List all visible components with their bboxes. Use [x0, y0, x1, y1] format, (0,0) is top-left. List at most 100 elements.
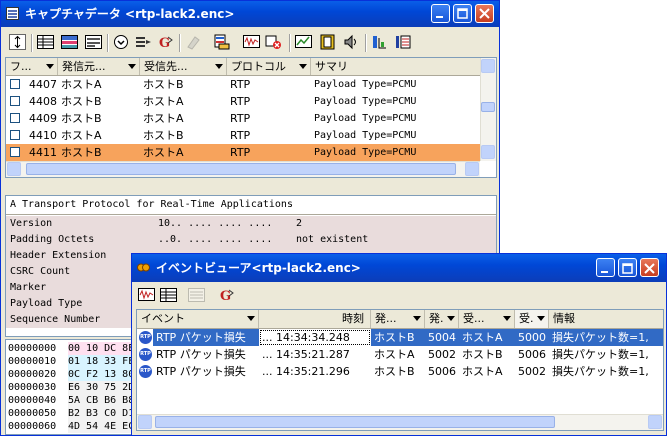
event-src-port: 5002 [428, 348, 456, 361]
hex-offset: 00000050 [8, 408, 57, 419]
close-button[interactable] [475, 4, 494, 23]
packet-row[interactable]: 4408 ホストB ホストA RTP Payload Type=PCMU [6, 93, 482, 110]
detail-view-button[interactable] [85, 34, 102, 50]
event-titlebar[interactable]: イベントビューア<rtp-lack2.enc> [132, 254, 666, 282]
waveform-icon [138, 288, 155, 301]
filter-list-icon [136, 37, 151, 47]
packet-number: 4409 [29, 112, 57, 125]
event-list-hscroll[interactable] [137, 414, 663, 430]
packet-row[interactable]: 4410 ホストA ホストB RTP Payload Type=PCMU [6, 127, 482, 144]
hex-row[interactable]: 00000050 B2 B3 C0 D1 [6, 407, 146, 420]
col-event[interactable]: イベント [137, 310, 259, 328]
col-src-port[interactable]: 発. [425, 310, 459, 328]
packet-list-vscroll[interactable] [480, 58, 496, 161]
scroll-thumb[interactable] [481, 102, 495, 112]
packet-list-header: フ... 発信元... 受信先... プロトコル サマリ [6, 58, 496, 76]
col-dst-port[interactable]: 受. [515, 310, 549, 328]
packet-list-button[interactable] [213, 34, 230, 50]
col-destination[interactable]: 受信先... [140, 58, 227, 75]
scroll-up-button[interactable] [481, 59, 495, 73]
maximize-button[interactable] [453, 4, 472, 23]
event-close-button[interactable] [640, 258, 659, 277]
list-view-button[interactable] [37, 34, 54, 50]
hex-offset: 00000010 [8, 356, 57, 367]
packet-row[interactable]: 4409 ホストB ホストA RTP Payload Type=PCMU [6, 110, 482, 127]
hex-row[interactable]: 00000030 E6 30 75 2D [6, 381, 146, 394]
hex-row[interactable]: 00000020 0C F2 13 80 [6, 368, 146, 381]
packet-source: ホストA [61, 78, 102, 91]
graph-button[interactable] [295, 34, 312, 50]
col-time[interactable]: 時刻 [259, 310, 371, 328]
goto-button[interactable]: G [157, 34, 174, 51]
event-row[interactable]: RTP RTP パケット損失 ... 14:35:21.296 ホストB 5006 ホスト… [137, 363, 663, 380]
event-table-button[interactable] [160, 287, 177, 303]
stats-button[interactable] [371, 34, 388, 50]
detail-field-name: Header Extension [10, 250, 107, 261]
graph-icon [295, 35, 312, 48]
event-minimize-button[interactable] [596, 258, 615, 277]
event-row[interactable]: RTP RTP パケット損失... 14:34:34.248 ホストB 5004 ホスト… [137, 329, 663, 346]
capture-titlebar[interactable]: キャプチャデータ <rtp-lack2.enc> [1, 1, 499, 27]
packet-list-hscroll[interactable] [6, 161, 480, 177]
event-dst-port: 5002 [518, 365, 546, 378]
event-name: RTP パケット損失 [156, 348, 246, 361]
event-detail-button[interactable] [188, 287, 205, 303]
hex-bytes: 4D 54 4E EC [68, 420, 135, 433]
event-graph-button[interactable] [138, 287, 155, 303]
event-hscroll-thumb[interactable] [155, 416, 555, 428]
packet-row[interactable]: 4411 ホストB ホストA RTP Payload Type=PCMU [6, 144, 482, 161]
row-checkbox[interactable] [10, 113, 20, 123]
col-protocol[interactable]: プロトコル [227, 58, 311, 75]
split-view-button[interactable] [61, 34, 78, 50]
chevron-down-circle-icon [114, 35, 128, 49]
packet-destination: ホストB [143, 78, 184, 91]
row-checkbox[interactable] [10, 130, 20, 140]
packet-summary: Payload Type=PCMU [314, 96, 417, 107]
expand-button[interactable] [9, 34, 26, 50]
dropdown-button[interactable] [113, 34, 130, 50]
waveform-button[interactable] [243, 34, 260, 50]
col-summary[interactable]: サマリ [311, 58, 481, 75]
detail-row[interactable]: Padding Octets ..0. .... .... .... not exi… [6, 232, 496, 248]
event-scroll-left-button[interactable] [138, 415, 152, 429]
row-checkbox[interactable] [10, 79, 20, 89]
col-info[interactable]: 情報 [549, 310, 663, 328]
minimize-button[interactable] [431, 4, 450, 23]
scroll-left-button[interactable] [7, 162, 21, 176]
detail-field-name: Sequence Number [10, 314, 101, 325]
row-checkbox[interactable] [10, 96, 20, 106]
close-icon [479, 8, 490, 19]
col-no[interactable]: フ... [6, 58, 58, 75]
event-dst-host: ホストA [462, 365, 503, 378]
event-row[interactable]: RTP RTP パケット損失 ... 14:35:21.287 ホストA 5002 ホスト… [137, 346, 663, 363]
detail-row[interactable]: Version 10.. .... .... .... 2 [6, 216, 496, 232]
filter-button[interactable] [135, 34, 152, 50]
hex-row[interactable]: 00000000 00 10 DC 8E [6, 342, 146, 355]
packet-summary: Payload Type=PCMU [314, 113, 417, 124]
event-goto-button[interactable]: G [218, 287, 235, 304]
hex-row[interactable]: 00000040 5A CB B6 B8 [6, 394, 146, 407]
delete-button[interactable] [265, 34, 282, 50]
audio-button[interactable] [343, 34, 360, 50]
detail-field-name: Padding Octets [10, 234, 95, 245]
marker-button[interactable] [185, 34, 202, 50]
col-source[interactable]: 発信元... [58, 58, 140, 75]
film-icon [320, 34, 335, 50]
film-button[interactable] [319, 34, 336, 50]
row-checkbox[interactable] [10, 147, 20, 157]
scroll-down-button[interactable] [481, 145, 495, 159]
report-button[interactable] [395, 34, 412, 50]
event-scroll-right-button[interactable] [648, 415, 662, 429]
event-dst-host: ホストB [462, 348, 503, 361]
packet-row[interactable]: 4407 ホストA ホストB RTP Payload Type=PCMU [6, 76, 482, 93]
hex-row[interactable]: 00000010 01 18 33 FE [6, 355, 146, 368]
speaker-icon [344, 34, 356, 50]
event-maximize-button[interactable] [618, 258, 637, 277]
hscroll-thumb[interactable] [26, 163, 456, 175]
hex-row[interactable]: 00000060 4D 54 4E EC [6, 420, 146, 433]
packet-destination: ホストA [143, 112, 184, 125]
col-dst-host[interactable]: 受... [459, 310, 515, 328]
col-src-host[interactable]: 発... [371, 310, 425, 328]
hex-bytes: E6 30 75 2D [68, 381, 135, 394]
scroll-right-button[interactable] [465, 162, 479, 176]
